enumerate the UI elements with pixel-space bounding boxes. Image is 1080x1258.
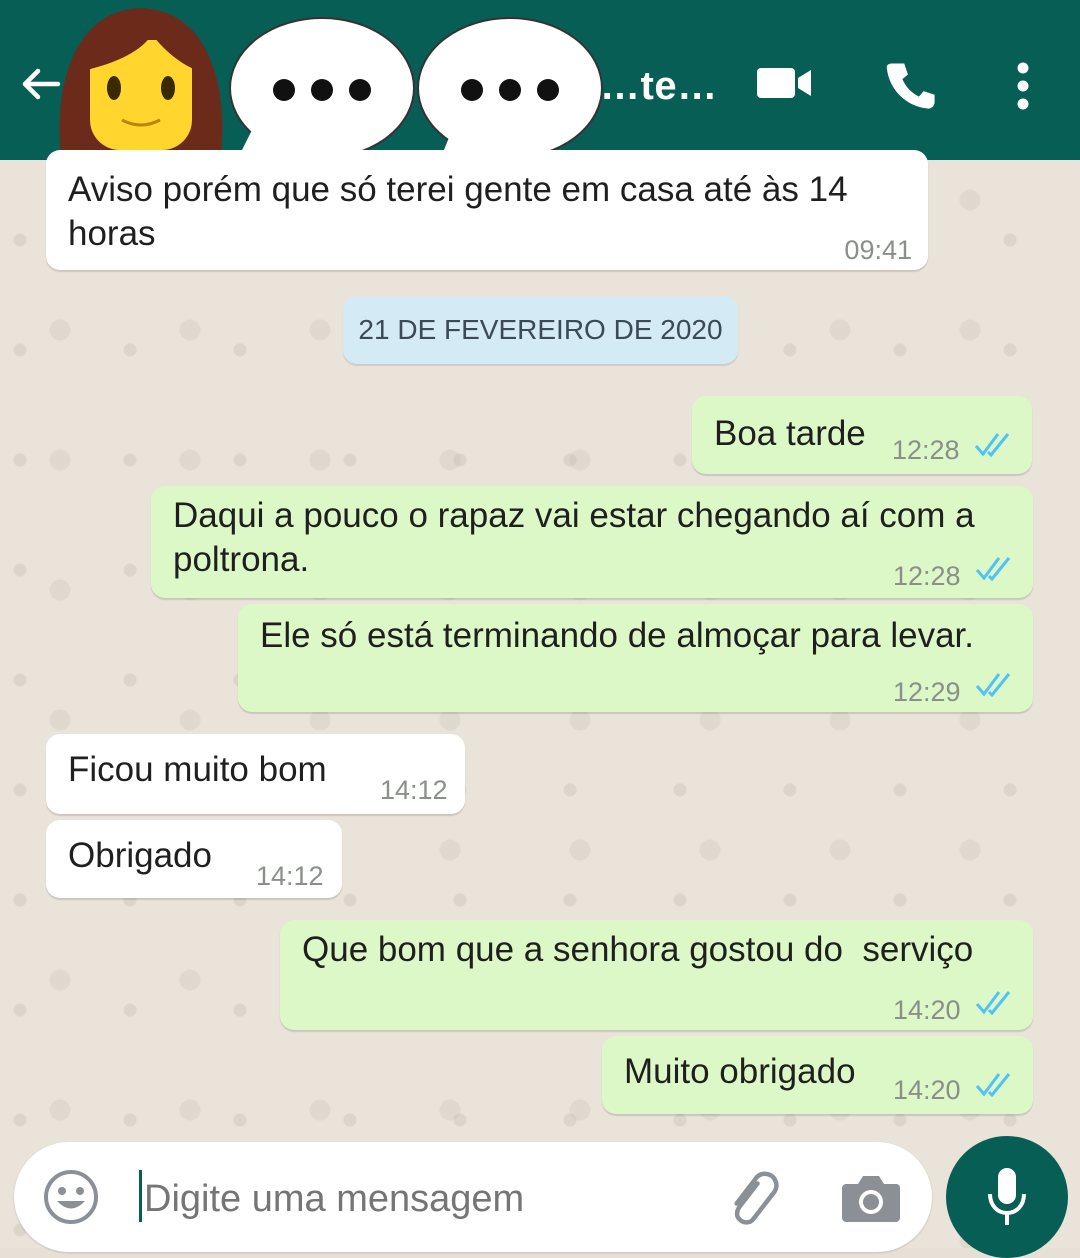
voice-record-button[interactable]	[946, 1136, 1068, 1258]
camera-icon[interactable]	[840, 1172, 902, 1224]
message-time: 12:29	[893, 677, 961, 707]
read-ticks-icon	[975, 673, 1011, 698]
attach-icon[interactable]	[726, 1170, 786, 1226]
message-text: Aviso porém que só terei gente em casa a…	[68, 170, 848, 253]
message-outgoing[interactable]: Que bom que a senhora gostou do serviço …	[280, 920, 1033, 1030]
more-options-icon[interactable]	[1008, 58, 1038, 114]
message-text: Ele só está terminando de almoçar para l…	[260, 616, 974, 655]
message-incoming[interactable]: Aviso porém que só terei gente em casa a…	[46, 150, 928, 270]
video-call-icon[interactable]	[754, 58, 814, 108]
message-time: 12:28	[892, 435, 960, 465]
message-input[interactable]	[142, 1168, 706, 1230]
message-text: Boa tarde	[714, 414, 866, 453]
message-text: Obrigado	[68, 836, 212, 875]
message-outgoing[interactable]: Ele só está terminando de almoçar para l…	[238, 604, 1033, 712]
mic-icon	[988, 1168, 1026, 1225]
message-time: 09:41	[844, 235, 912, 265]
read-ticks-icon	[975, 1073, 1011, 1098]
emoji-icon[interactable]	[42, 1168, 100, 1226]
message-text: Muito obrigado	[624, 1052, 856, 1091]
message-outgoing[interactable]: Muito obrigado 14:20	[602, 1036, 1033, 1114]
read-ticks-icon	[974, 433, 1010, 458]
message-time: 14:12	[256, 861, 324, 891]
message-outgoing[interactable]: Daqui a pouco o rapaz vai estar chegando…	[151, 486, 1033, 598]
chat-header: …te…	[0, 0, 1080, 172]
contact-avatar[interactable]	[52, 0, 230, 165]
message-text: Que bom que a senhora gostou do serviço	[302, 930, 974, 969]
date-separator: 21 DE FEVEREIRO DE 2020	[343, 296, 738, 364]
message-time: 14:12	[380, 775, 448, 805]
message-time: 12:28	[893, 561, 961, 591]
contact-name[interactable]: …te…	[600, 64, 718, 109]
message-time: 14:20	[893, 995, 961, 1025]
message-time: 14:20	[893, 1075, 961, 1105]
message-composer	[14, 1142, 932, 1252]
message-incoming[interactable]: Obrigado 14:12	[46, 820, 342, 898]
read-ticks-icon	[975, 991, 1011, 1016]
message-incoming[interactable]: Ficou muito bom 14:12	[46, 734, 465, 814]
message-outgoing[interactable]: Boa tarde 12:28	[692, 396, 1032, 474]
read-ticks-icon	[975, 557, 1011, 582]
phone-icon[interactable]	[884, 58, 940, 114]
message-text: Ficou muito bom	[68, 750, 327, 789]
